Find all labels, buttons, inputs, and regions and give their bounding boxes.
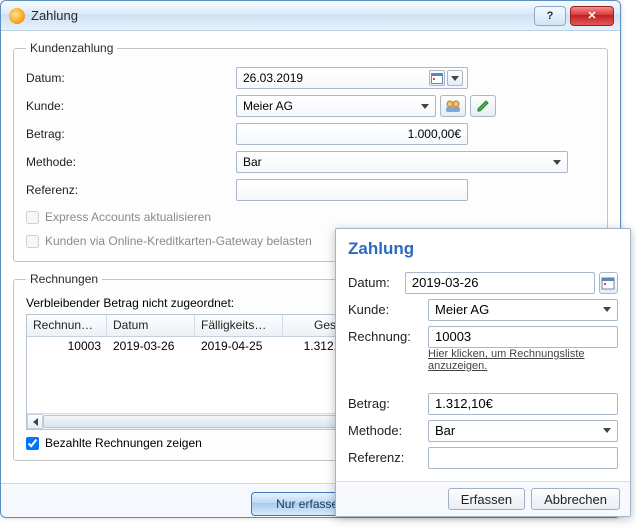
chevron-down-icon	[603, 428, 611, 433]
ov-datum-input[interactable]	[405, 272, 595, 294]
referenz-label: Referenz:	[26, 183, 236, 197]
group-kundenzahlung-legend: Kundenzahlung	[26, 41, 117, 55]
datum-value: 26.03.2019	[243, 71, 427, 85]
ov-betrag-label: Betrag:	[348, 396, 428, 411]
ov-rechnung-hint-link[interactable]: Hier klicken, um Rechnungsliste anzuzeig…	[428, 348, 618, 372]
chk-gateway-box	[26, 235, 39, 248]
betrag-label: Betrag:	[26, 127, 236, 141]
pencil-icon	[476, 99, 490, 113]
ov-erfassen-button[interactable]: Erfassen	[448, 488, 525, 510]
ov-rechnung-label: Rechnung:	[348, 329, 428, 344]
ov-kunde-value: Meier AG	[435, 302, 603, 317]
people-icon	[445, 99, 461, 113]
calendar-icon	[601, 276, 615, 290]
calendar-icon[interactable]	[429, 70, 445, 86]
chevron-down-icon	[553, 160, 561, 165]
chk-express-label: Express Accounts aktualisieren	[45, 210, 211, 224]
ov-calendar-button[interactable]	[599, 272, 618, 294]
ov-methode-select[interactable]: Bar	[428, 420, 618, 442]
ov-datum-label: Datum:	[348, 275, 405, 290]
methode-label: Methode:	[26, 155, 236, 169]
methode-select[interactable]: Bar	[236, 151, 568, 173]
overlay-title: Zahlung	[348, 239, 618, 259]
edit-customer-button[interactable]	[470, 95, 496, 117]
lookup-customer-button[interactable]	[440, 95, 466, 117]
chk-gateway-label: Kunden via Online-Kreditkarten-Gateway b…	[45, 234, 312, 248]
date-dropdown-icon[interactable]	[447, 70, 463, 86]
ov-methode-value: Bar	[435, 423, 603, 438]
cell-invoice: 10003	[27, 339, 107, 355]
payment-overlay: Zahlung Datum: Kunde: Meier AG Rechnung:…	[335, 228, 631, 517]
group-rechnungen-legend: Rechnungen	[26, 272, 102, 286]
scroll-left-icon[interactable]	[27, 414, 43, 429]
ov-rechnung-input[interactable]	[428, 326, 618, 348]
ov-kunde-label: Kunde:	[348, 302, 428, 317]
chevron-down-icon	[421, 104, 429, 109]
window-title: Zahlung	[31, 8, 534, 23]
titlebar: Zahlung ? ✕	[1, 1, 620, 31]
overlay-footer: Erfassen Abbrechen	[336, 481, 630, 516]
app-icon	[9, 8, 25, 24]
chk-show-paid-label: Bezahlte Rechnungen zeigen	[45, 436, 202, 450]
referenz-input[interactable]	[236, 179, 468, 201]
chk-express[interactable]: Express Accounts aktualisieren	[26, 207, 595, 227]
kunde-label: Kunde:	[26, 99, 236, 113]
methode-value: Bar	[243, 155, 553, 169]
col-invoice[interactable]: Rechnun…	[27, 315, 107, 336]
chk-show-paid-box[interactable]	[26, 437, 39, 450]
help-button[interactable]: ?	[534, 6, 566, 26]
ov-betrag-input[interactable]	[428, 393, 618, 415]
datum-field[interactable]: 26.03.2019	[236, 67, 468, 89]
datum-label: Datum:	[26, 71, 236, 85]
ov-referenz-label: Referenz:	[348, 450, 428, 465]
cell-date: 2019-03-26	[107, 339, 195, 355]
close-button[interactable]: ✕	[570, 6, 614, 26]
kunde-select[interactable]: Meier AG	[236, 95, 436, 117]
ov-methode-label: Methode:	[348, 423, 428, 438]
ov-abbrechen-button[interactable]: Abbrechen	[531, 488, 620, 510]
col-date[interactable]: Datum	[107, 315, 195, 336]
ov-kunde-select[interactable]: Meier AG	[428, 299, 618, 321]
cell-due: 2019-04-25	[195, 339, 283, 355]
close-icon: ✕	[587, 9, 596, 22]
help-icon: ?	[547, 10, 554, 22]
betrag-input[interactable]	[236, 123, 468, 145]
kunde-value: Meier AG	[243, 99, 421, 113]
ov-referenz-input[interactable]	[428, 447, 618, 469]
scroll-thumb[interactable]	[43, 415, 337, 428]
chevron-down-icon	[603, 307, 611, 312]
chk-express-box	[26, 211, 39, 224]
col-due[interactable]: Fälligkeits…	[195, 315, 283, 336]
